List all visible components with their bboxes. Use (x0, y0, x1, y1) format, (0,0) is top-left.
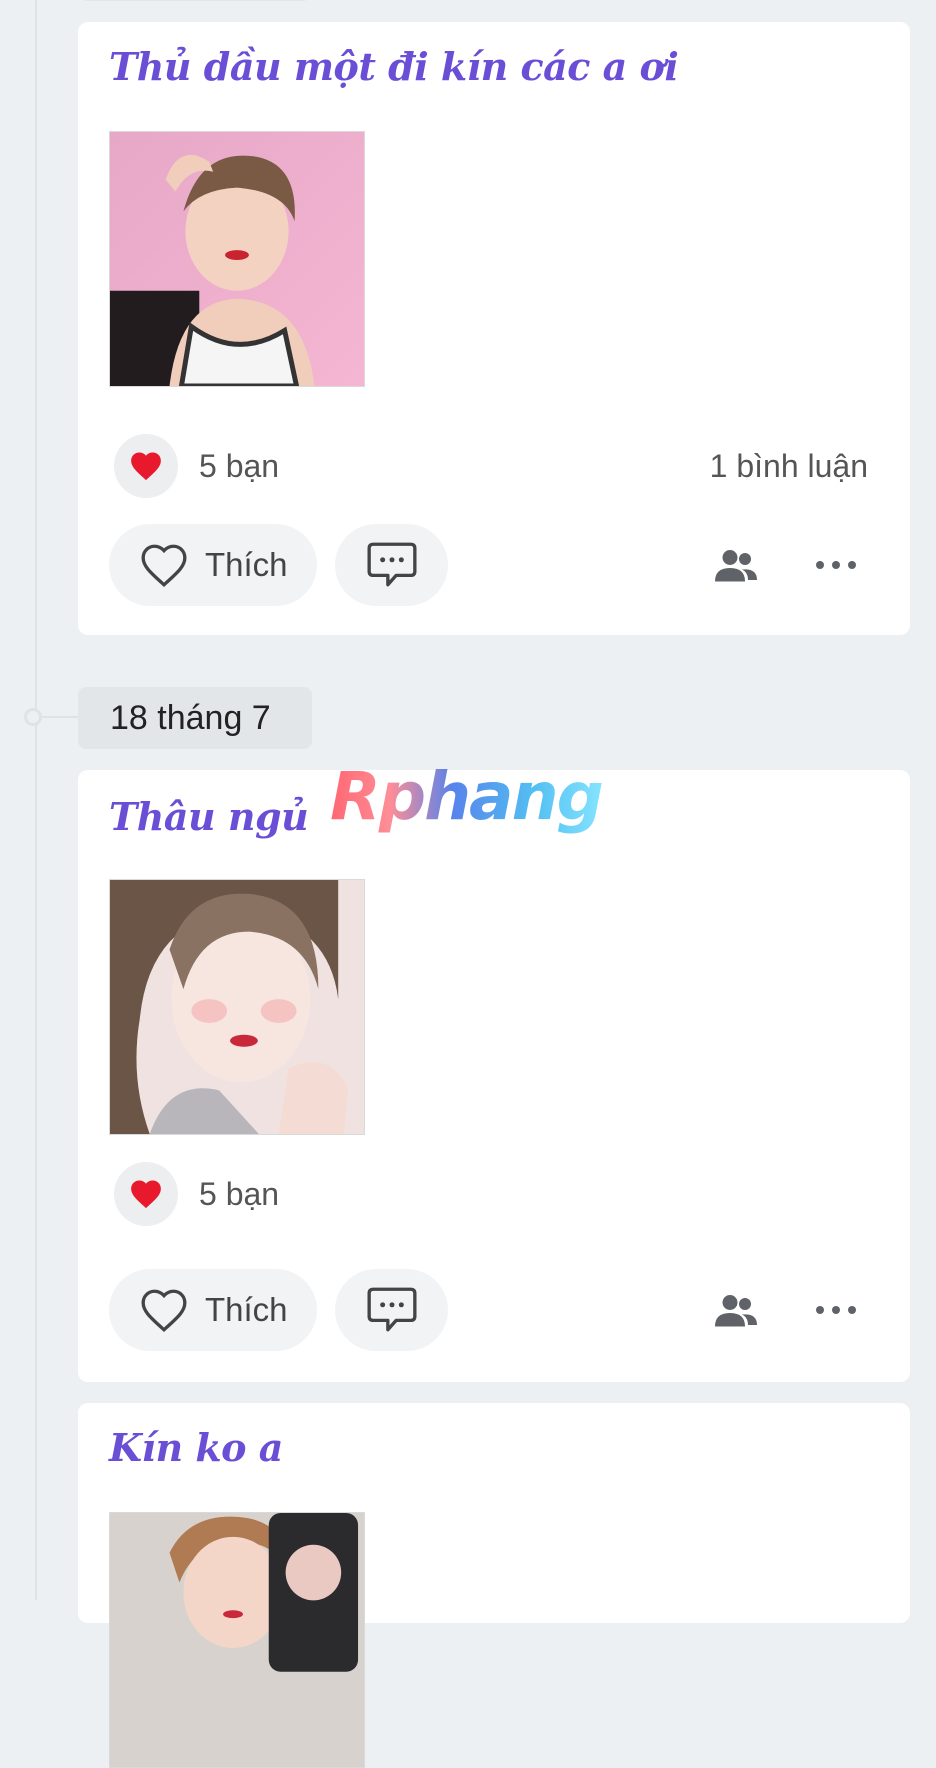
people-icon (715, 1295, 757, 1327)
like-button[interactable]: Thích (109, 524, 317, 606)
more-options-button[interactable] (811, 1287, 861, 1333)
people-icon (715, 550, 757, 582)
post-title: Thủ dầu một đi kín các a ơi (109, 44, 679, 89)
like-label: Thích (205, 1291, 288, 1328)
post-title: Thâu ngủ (109, 794, 309, 839)
more-dot (832, 561, 840, 569)
photo-image (110, 1513, 364, 1767)
heart-outline-icon (141, 544, 187, 588)
like-label: Thích (205, 546, 288, 583)
heart-icon (131, 452, 161, 481)
post-card: Kín ko a (78, 1403, 910, 1768)
comment-count[interactable]: 1 bình luận (710, 448, 868, 485)
reaction-heart[interactable] (114, 434, 178, 498)
timeline-connector (42, 716, 78, 718)
action-bar: Thích (78, 1269, 910, 1351)
reaction-count[interactable]: 5 bạn (199, 448, 279, 485)
heart-icon (131, 1180, 161, 1209)
timeline-line (35, 0, 37, 1600)
more-dots-icon (816, 561, 824, 569)
post-card: Thủ dầu một đi kín các a ơi 5 bạn 1 bình (78, 22, 910, 635)
post-photo[interactable] (109, 131, 365, 387)
photo-image (110, 132, 364, 386)
more-dot (832, 1306, 840, 1314)
reaction-row: 5 bạn (78, 1162, 910, 1226)
post-photo[interactable] (109, 1512, 365, 1768)
date-label: 18 tháng 7 (78, 687, 312, 749)
reaction-heart[interactable] (114, 1162, 178, 1226)
more-dot (848, 561, 856, 569)
reaction-count[interactable]: 5 bạn (199, 1176, 279, 1213)
like-button[interactable]: Thích (109, 1269, 317, 1351)
photo-image (110, 880, 364, 1134)
more-dot (848, 1306, 856, 1314)
comment-button[interactable] (335, 1269, 448, 1351)
post-card: Thâu ngủ 5 bạn Thích (78, 770, 910, 1382)
reaction-row: 5 bạn 1 bình luận (78, 434, 910, 498)
chat-bubble-icon (366, 1287, 417, 1332)
audience-button[interactable] (713, 542, 759, 588)
chat-bubble-icon (366, 542, 417, 587)
more-options-button[interactable] (811, 542, 861, 588)
heart-outline-icon (141, 1289, 187, 1333)
date-pill-previous (80, 0, 310, 1)
action-bar: Thích (78, 524, 910, 606)
timeline-node (24, 708, 42, 726)
watermark-logo: Rphang (330, 758, 604, 835)
more-dots-icon (816, 1306, 824, 1314)
post-photo[interactable] (109, 879, 365, 1135)
post-title: Kín ko a (109, 1425, 283, 1470)
comment-button[interactable] (335, 524, 448, 606)
audience-button[interactable] (713, 1287, 759, 1333)
